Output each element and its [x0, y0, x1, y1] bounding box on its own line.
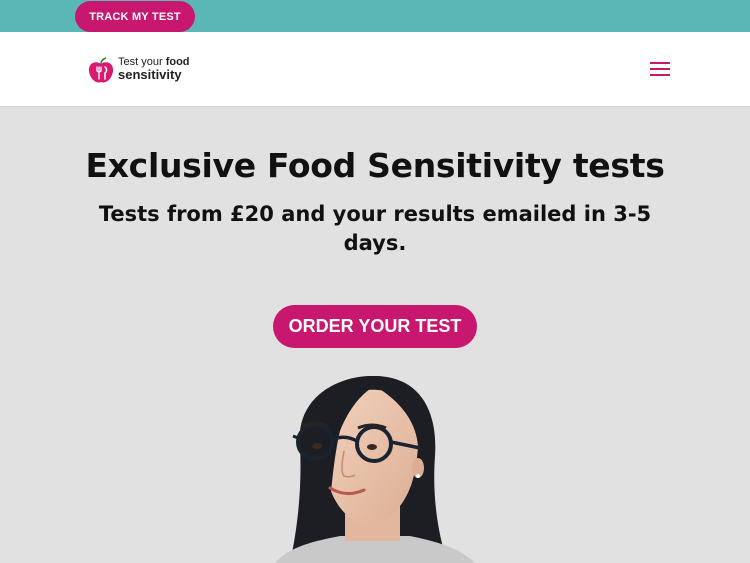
logo-text-line2: sensitivity	[118, 67, 182, 82]
apple-fork-logo-icon	[88, 57, 114, 83]
track-my-test-button[interactable]: TRACK MY TEST	[75, 1, 195, 32]
woman-with-glasses-photo	[260, 376, 490, 563]
hamburger-menu-icon[interactable]	[650, 61, 670, 77]
top-bar: TRACK MY TEST	[0, 0, 750, 32]
hero-title: Exclusive Food Sensitivity tests	[85, 146, 665, 185]
hero-subtitle: Tests from £20 and your results emailed …	[98, 202, 652, 255]
hero-section: Exclusive Food Sensitivity tests Tests f…	[0, 108, 750, 563]
site-header: Test your food sensitivity	[0, 32, 750, 107]
site-logo[interactable]: Test your food sensitivity	[87, 55, 207, 87]
order-your-test-button[interactable]: ORDER YOUR TEST	[273, 305, 477, 348]
